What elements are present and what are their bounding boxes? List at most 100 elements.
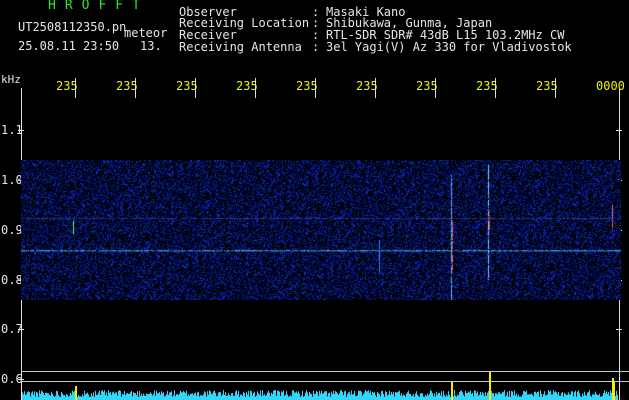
spectrum-bar [360,390,361,400]
spectrum-bar [82,394,83,400]
spectrum-bar [322,393,323,400]
spectrum-bar [377,391,378,400]
spectrum-bar [391,392,392,400]
spectrum-bar [216,396,217,400]
file-name: UT2508112350.pn [18,20,127,34]
spectrum-bar [577,391,578,400]
spectrum-bar [277,390,278,400]
spectrum-bar [52,393,53,400]
spectrum-bar [602,396,603,400]
spectrum-bar [139,390,140,400]
spectrum-bar [258,393,259,400]
spectrum-bar [257,391,258,400]
spectrum-bar [64,395,65,400]
spectrum-bar [188,394,189,400]
spectrum-bar [232,393,233,400]
spectrum-bar [252,395,253,400]
spectrum-bar [22,392,23,400]
spectrum-bar [572,391,573,400]
spectrum-bar [40,393,41,400]
spectrum-bar [214,390,215,400]
spectrum-bar [31,392,32,400]
hrofft-window: HROFFT UT2508112350.pn meteor 25.08.11 2… [0,0,629,400]
spectrum-bar [73,392,74,400]
spectrum-bar [47,393,48,400]
spectrum-bar [540,390,541,400]
spectrum-bar [492,393,493,400]
spectrum-bar [354,390,355,400]
spectrum-bar [284,395,285,400]
spectrum-bar [278,390,279,400]
spectrum-bar [63,395,64,400]
spectrum-bar [433,396,434,400]
freq-label: 0.6 [1,372,23,386]
spectrum-bar [202,395,203,400]
spectrum-bar [491,391,492,400]
spectrum-bar [358,390,359,400]
spectrum-bar [453,396,454,400]
spectrum-bar [317,392,318,400]
spectrum-bar [61,391,62,400]
spectrum-bar [280,396,281,400]
spectrum-bar [275,390,276,400]
spectrum-bar [171,391,172,400]
spectrum-bar [345,390,346,400]
spectrum-bar [80,396,81,400]
spectrum-bar [553,390,554,400]
spectrum-bar [111,394,112,400]
spectrum-bar [103,391,104,400]
spectrum-bar [584,391,585,400]
spectrum-bar [323,393,324,400]
spectrum-bar [194,393,195,400]
spectrum-bar [29,392,30,400]
spectrum-bar [493,393,494,400]
spectrum-bar [264,394,265,400]
spectrum-bar [240,394,241,400]
spectrum-bar [420,393,421,400]
spectrum-bar [441,391,442,400]
spectrum-bar [228,393,229,400]
spectrum-bar [238,390,239,400]
spectrum-bar [507,391,508,400]
spectrum-bar [555,391,556,400]
spectrum-bar [463,394,464,400]
spectrum-bar [383,394,384,400]
spectrum-bar [130,392,131,400]
spectrum-bar [490,393,491,400]
spectrum-bar [538,391,539,400]
brand-title: HROFFT [48,0,149,13]
spectrum-bar [299,393,300,400]
spectrum-bar [251,391,252,400]
spectrum-bar [543,394,544,400]
spectrum-bar [570,394,571,400]
spectrum-bar [168,394,169,400]
spectrum-bar [46,392,47,400]
spectrum-bar [432,392,433,400]
spectrum-bar [116,392,117,400]
spectrum-bar [525,392,526,400]
spectrum-bar [578,390,579,400]
spectrum-bar [100,394,101,400]
spectrum-bar [598,395,599,400]
spectrum-bar [152,395,153,400]
spectrum-bar [30,396,31,400]
spectrum-bar [296,391,297,400]
spectrum-bar [319,390,320,400]
spectrum-bar [45,392,46,400]
spectrum-bar [465,390,466,400]
spectrum-bar [68,396,69,400]
spectrum-bar [560,395,561,400]
spectrum-bar [142,395,143,400]
spectrum-bar [439,392,440,400]
spectrum-bar [210,391,211,400]
spectrum-bar [537,391,538,400]
spectrum-bar [169,392,170,400]
antenna-colon: : [312,40,320,54]
spectrum-bar [176,394,177,400]
spectrum-bar [418,395,419,400]
spectrum-bar [562,392,563,400]
spectrum-peak [612,378,614,400]
spectrum-bar [51,391,52,400]
spectrum-bar [151,393,152,400]
spectrum-bar [253,392,254,400]
